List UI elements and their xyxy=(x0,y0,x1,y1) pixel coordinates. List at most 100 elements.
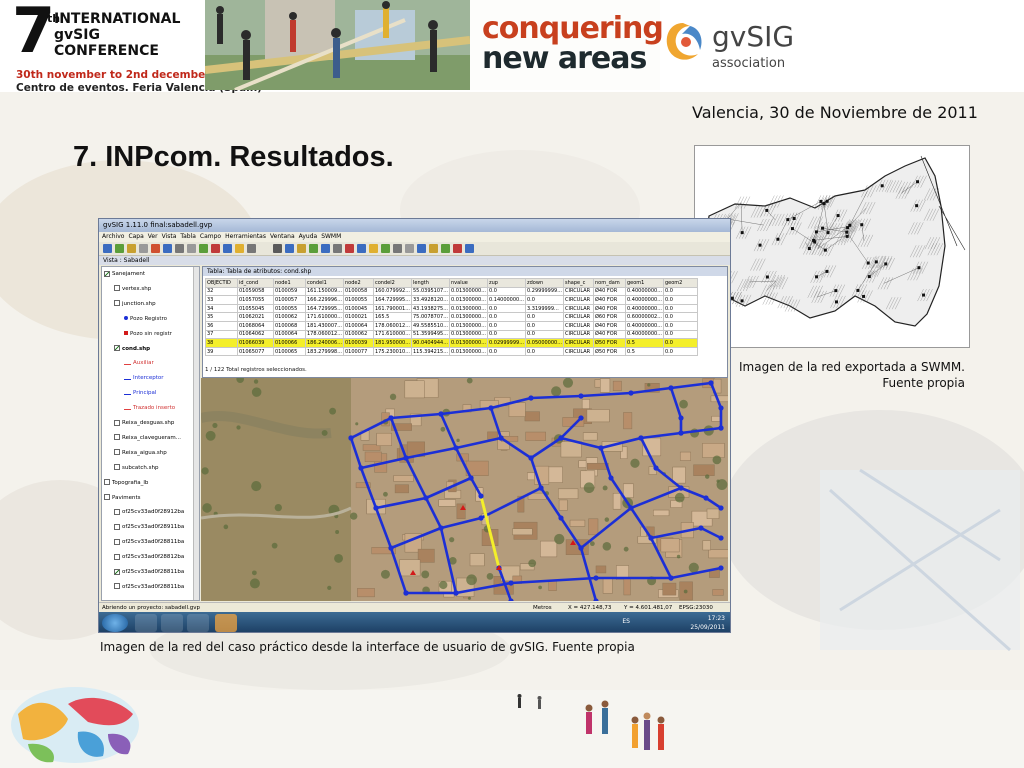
manhole-node[interactable] xyxy=(348,435,354,441)
manhole-node[interactable] xyxy=(638,435,644,441)
manhole-node[interactable] xyxy=(718,565,724,571)
layer-visibility-checkbox[interactable] xyxy=(114,464,120,471)
manhole-node[interactable] xyxy=(598,445,604,451)
menu-campo[interactable]: Campo xyxy=(200,233,221,240)
toolbar-tool-icon[interactable] xyxy=(127,244,136,253)
layer-visibility-checkbox[interactable] xyxy=(114,345,120,351)
table-cell[interactable]: 0.0 xyxy=(487,286,526,297)
manhole-node[interactable] xyxy=(718,505,724,511)
window-titlebar[interactable]: gvSIG 1.11.0 final:sabadell.gvp xyxy=(99,219,730,232)
table-cell[interactable]: 115.394215... xyxy=(411,346,450,357)
table-cell[interactable]: 0.0 xyxy=(525,312,564,322)
toc-layer-row[interactable]: Reixa_clavegueram... xyxy=(114,433,181,443)
column-header-condel1[interactable]: condel1 xyxy=(305,278,344,288)
column-header-nom_dam[interactable]: nom_dam xyxy=(593,278,626,288)
manhole-node[interactable] xyxy=(528,455,534,461)
manhole-node[interactable] xyxy=(373,505,379,511)
table-cell[interactable]: 0.5 xyxy=(625,346,664,357)
toc-legend-item[interactable]: Auxiliar xyxy=(124,358,154,368)
table-cell[interactable]: Ø40 FOR xyxy=(593,329,626,340)
menu-tabla[interactable]: Tabla xyxy=(180,233,196,240)
toolbar-tool-icon[interactable] xyxy=(417,244,426,253)
manhole-node[interactable] xyxy=(668,575,674,581)
manhole-node[interactable] xyxy=(718,425,724,431)
table-row[interactable]: 39 01065077 0100065 183.279998... 0100077 175… xyxy=(205,346,698,357)
column-header-zdown[interactable]: zdown xyxy=(525,278,564,288)
manhole-node[interactable] xyxy=(403,455,409,461)
manhole-node[interactable] xyxy=(453,445,459,451)
table-cell[interactable]: 0.5 xyxy=(625,338,664,348)
table-row[interactable]: 34 01055045 0100055 164.729995... 0100045 161… xyxy=(205,303,698,314)
table-row[interactable]: 33 01057055 0100057 166.229996... 0100055 164… xyxy=(205,295,698,305)
toolbar-tool-icon[interactable] xyxy=(285,244,294,253)
table-cell[interactable]: 0.0 xyxy=(663,346,698,357)
table-cell[interactable]: 175.230010... xyxy=(373,346,412,357)
table-cell[interactable]: 0.0 xyxy=(487,312,526,322)
table-cell[interactable]: 3.3199999... xyxy=(525,303,564,314)
toolbar-tool-icon[interactable] xyxy=(393,244,402,253)
table-cell[interactable]: 0.40000000... xyxy=(625,295,664,305)
manhole-node[interactable] xyxy=(558,515,564,521)
toolbar-tool-icon[interactable] xyxy=(465,244,474,253)
table-cell[interactable]: 0.40000000... xyxy=(625,329,664,340)
toolbar-tool-icon[interactable] xyxy=(297,244,306,253)
table-cell[interactable]: Ø40 FOR xyxy=(593,303,626,314)
table-cell[interactable]: 0.0 xyxy=(487,303,526,314)
table-cell[interactable]: CIRCULAR xyxy=(563,329,594,340)
toc-layer-row[interactable]: subcatch.shp xyxy=(114,463,159,473)
manhole-node[interactable] xyxy=(578,415,584,421)
table-cell[interactable]: 164.729995... xyxy=(373,295,412,305)
table-cell[interactable]: 0.40000000... xyxy=(625,286,664,297)
table-cell[interactable]: 171.610000... xyxy=(305,312,344,322)
table-cell[interactable]: 01064062 xyxy=(237,329,274,340)
table-cell[interactable]: 75.0078707... xyxy=(411,312,450,322)
toc-layer-row[interactable]: Reixa_desguas.shp xyxy=(114,418,174,428)
toc-layer-row[interactable]: cond.shp xyxy=(114,344,150,354)
table-cell[interactable]: 01068064 xyxy=(237,320,274,331)
tray-language[interactable]: ES xyxy=(622,618,630,625)
table-cell[interactable]: 01055045 xyxy=(237,303,274,314)
table-cell[interactable]: 0.0 xyxy=(663,312,698,322)
table-cell[interactable]: 186.240006... xyxy=(305,338,344,348)
toolbar-tool-icon[interactable] xyxy=(441,244,450,253)
toolbar-tool-icon[interactable] xyxy=(115,244,124,253)
table-cell[interactable]: 0.0 xyxy=(663,295,698,305)
table-cell[interactable]: 0.0 xyxy=(663,338,698,348)
toolbar-tool-icon[interactable] xyxy=(103,244,112,253)
toolbar-tool-icon[interactable] xyxy=(139,244,148,253)
table-row[interactable]: 32 01059058 0100059 161.150009... 0100058 160… xyxy=(205,286,698,297)
table-cell[interactable]: 39 xyxy=(205,346,238,357)
table-cell[interactable]: 0100039 xyxy=(343,338,374,348)
table-cell[interactable]: 0100057 xyxy=(273,295,306,305)
table-cell[interactable]: Ø40 FOR xyxy=(593,320,626,331)
toc-layer-row[interactable]: vertex.shp xyxy=(114,284,151,294)
table-cell[interactable]: 0100055 xyxy=(343,295,374,305)
table-cell[interactable]: 0100065 xyxy=(273,346,306,357)
taskbar-explorer-icon[interactable] xyxy=(135,614,157,632)
toolbar-tool-icon[interactable] xyxy=(163,244,172,253)
table-row[interactable]: 37 01064062 0100064 178.060012... 0100062 171… xyxy=(205,329,698,340)
menu-herramientas[interactable]: Herramientas xyxy=(225,233,266,240)
table-cell[interactable]: 0.0 xyxy=(487,320,526,331)
table-cell[interactable]: 0.0 xyxy=(525,346,564,357)
toolbar-tool-icon[interactable] xyxy=(273,244,282,253)
manhole-node[interactable] xyxy=(538,485,544,491)
table-cell[interactable]: 01062021 xyxy=(237,312,274,322)
manhole-node[interactable] xyxy=(718,535,724,541)
table-cell[interactable]: 183.279998... xyxy=(305,346,344,357)
layer-visibility-checkbox[interactable] xyxy=(114,300,120,307)
table-cell[interactable]: 0.0 xyxy=(663,303,698,314)
toolbar-tool-icon[interactable] xyxy=(453,244,462,253)
table-cell[interactable]: Ø40 FOR xyxy=(593,295,626,305)
table-cell[interactable]: 178.060012... xyxy=(373,320,412,331)
table-cell[interactable]: 164.729995... xyxy=(305,303,344,314)
table-cell[interactable]: CIRCULAR xyxy=(563,320,594,331)
attribute-table-title[interactable]: Tabla: Tabla de atributos: cond.shp xyxy=(203,267,727,276)
table-cell[interactable]: 178.060012... xyxy=(305,329,344,340)
layer-visibility-checkbox[interactable] xyxy=(114,583,120,590)
table-row[interactable]: 35 01062021 0100062 171.610000... 0100021 165… xyxy=(205,312,698,322)
manhole-node[interactable] xyxy=(438,411,444,417)
table-cell[interactable]: 35 xyxy=(205,312,238,322)
table-cell[interactable]: 0100062 xyxy=(273,312,306,322)
table-cell[interactable]: CIRCULAR xyxy=(563,346,594,357)
